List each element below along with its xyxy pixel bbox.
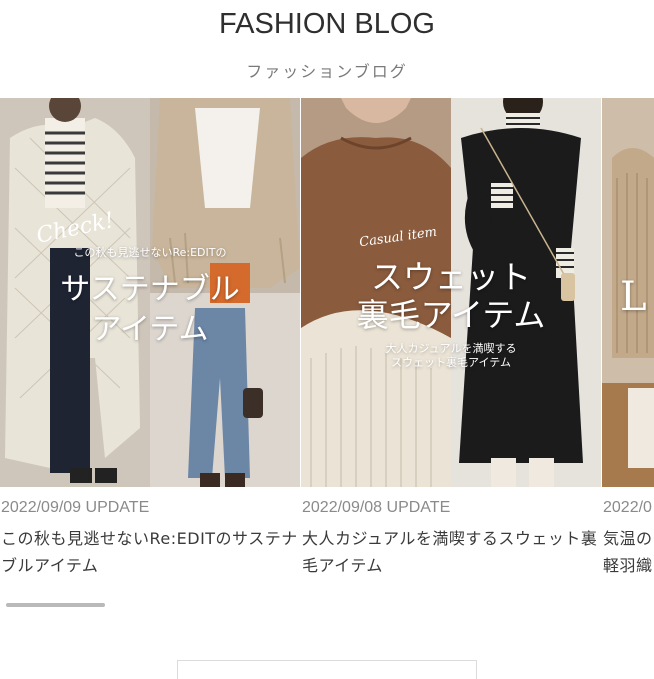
carousel-scrollbar[interactable] (0, 603, 654, 609)
overlay-sub-2: スウェット裏毛アイテム (391, 356, 511, 369)
article-thumbnail[interactable]: L (602, 98, 654, 487)
article-thumbnail[interactable]: Casual item スウェット 裏毛アイテム 大人カジュアルを満喫する スウ… (301, 98, 601, 487)
article-date: 2022/09/09 UPDATE (1, 499, 150, 516)
overlay-headline-1: L (620, 274, 647, 320)
article-card[interactable]: Casual item スウェット 裏毛アイテム 大人カジュアルを満喫する スウ… (301, 98, 601, 588)
overlay-headline-2: 裏毛アイテム (356, 296, 546, 334)
overlay-headline-2: アイテム (91, 312, 209, 347)
article-carousel[interactable]: Check! この秋も見逃せないRe:EDITの サステナブル アイテム 202… (0, 98, 654, 588)
article-date: 2022/09/08 UPDATE (302, 499, 451, 516)
article-card[interactable]: L 2022/0 気温の軽羽織 (602, 98, 654, 588)
article-title[interactable]: この秋も見逃せないRe:EDITのサステナブルアイテム (1, 525, 301, 579)
page-subtitle: ファッションブログ (246, 62, 408, 81)
article-card[interactable]: Check! この秋も見逃せないRe:EDITの サステナブル アイテム 202… (0, 98, 300, 588)
overlay-headline-1: サステナブル (60, 272, 240, 307)
article-title[interactable]: 大人カジュアルを満喫するスウェット裏毛アイテム (302, 525, 602, 579)
overlay-lead: この秋も見逃せないRe:EDITの (73, 246, 227, 259)
page-title: FASHION BLOG (219, 8, 435, 40)
article-title[interactable]: 気温の軽羽織 (603, 525, 654, 579)
view-more-button[interactable] (177, 660, 477, 679)
blog-header: FASHION BLOG ファッションブログ (0, 0, 654, 98)
article-thumbnail[interactable]: Check! この秋も見逃せないRe:EDITの サステナブル アイテム (0, 98, 300, 487)
scrollbar-thumb[interactable] (6, 603, 105, 607)
article-date: 2022/0 (603, 499, 652, 516)
